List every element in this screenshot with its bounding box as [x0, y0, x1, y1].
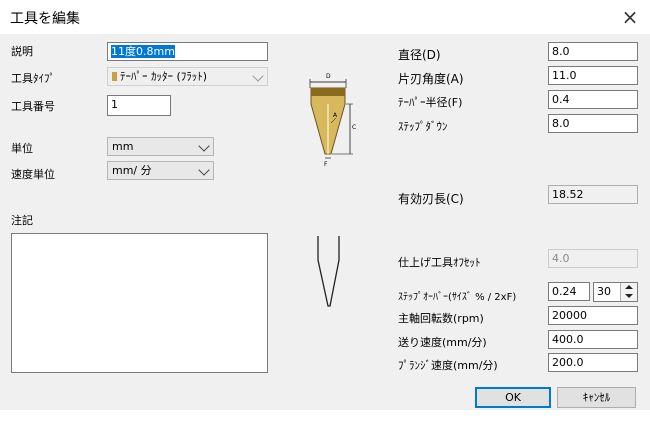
tool-path-preview — [317, 236, 340, 307]
taper-radius-input[interactable]: 0.4 — [548, 90, 638, 109]
finish-offset-input: 4.0 — [548, 249, 638, 268]
unit-value: mm — [112, 140, 134, 153]
label-d: D — [326, 73, 331, 80]
close-icon[interactable]: × — [616, 3, 644, 31]
chevron-down-icon — [198, 164, 210, 176]
stepdown-input[interactable]: 8.0 — [548, 114, 638, 133]
tool-type-value: ﾃｰﾊﾟｰ ｶｯﾀｰ (ﾌﾗｯﾄ) — [120, 70, 208, 83]
tool-number-input[interactable]: 1 — [107, 95, 171, 116]
effective-length-field: 18.52 — [548, 185, 638, 204]
stepdown-label: ｽﾃｯﾌﾟﾀﾞｳﾝ — [398, 120, 448, 133]
taper-radius-label: ﾃｰﾊﾟｰ半径(F) — [398, 96, 463, 109]
stepover-input[interactable]: 0.24 — [548, 282, 590, 301]
chevron-down-icon — [252, 70, 264, 82]
window-title: 工具を編集 — [10, 11, 80, 27]
effective-length-label: 有効刃長(C) — [398, 192, 464, 206]
plunge-rate-label: ﾌﾟﾗﾝｼﾞ速度(mm/分) — [398, 359, 498, 372]
half-angle-label: 片刃角度(A) — [398, 72, 464, 86]
spindle-speed-label: 主軸回転数(rpm) — [398, 312, 484, 325]
half-angle-input[interactable]: 11.0 — [548, 66, 638, 85]
stepover-label: ｽﾃｯﾌﾟｵｰﾊﾞｰ(ｻｲｽﾞ % / 2xF) — [398, 292, 517, 303]
ok-button[interactable]: OK — [475, 387, 551, 408]
description-value: 11度0.8mm — [111, 45, 175, 58]
description-label: 説明 — [11, 45, 33, 58]
notes-textarea[interactable] — [11, 233, 268, 373]
diameter-label: 直径(D) — [398, 48, 441, 62]
stepover-percent-stepper[interactable]: 30 — [593, 282, 638, 302]
chevron-down-icon — [198, 140, 210, 152]
cancel-button[interactable]: ｷｬﾝｾﾙ — [557, 387, 636, 408]
diameter-input[interactable]: 8.0 — [548, 42, 638, 61]
unit-label: 単位 — [11, 142, 33, 155]
notes-label: 注記 — [11, 214, 33, 227]
feed-rate-label: 送り速度(mm/分) — [398, 336, 487, 349]
unit-select[interactable]: mm — [107, 137, 214, 156]
tool-type-label: 工具ﾀｲﾌﾟ — [11, 72, 55, 85]
feed-rate-input[interactable]: 400.0 — [548, 330, 638, 349]
tool-shank-band — [311, 88, 345, 96]
stepover-percent-value: 30 — [597, 285, 611, 298]
plunge-rate-input[interactable]: 200.0 — [548, 353, 638, 372]
finish-offset-label: 仕上げ工具ｵﾌｾｯﾄ — [398, 256, 481, 269]
title-bar — [0, 0, 650, 34]
tool-type-icon — [112, 72, 117, 81]
tool-profile-diagram: D A C F — [309, 73, 356, 168]
spin-down-icon[interactable] — [620, 292, 637, 301]
description-input[interactable]: 11度0.8mm — [107, 42, 268, 61]
tool-number-label: 工具番号 — [11, 100, 55, 113]
speed-unit-select[interactable]: mm/ 分 — [107, 161, 214, 180]
label-c: C — [352, 124, 356, 131]
speed-unit-value: mm/ 分 — [112, 164, 152, 177]
speed-unit-label: 速度単位 — [11, 168, 55, 181]
tool-type-select[interactable]: ﾃｰﾊﾟｰ ｶｯﾀｰ (ﾌﾗｯﾄ) — [107, 67, 268, 86]
label-f: F — [324, 161, 328, 168]
spindle-speed-input[interactable]: 20000 — [548, 306, 638, 325]
background-window-strip — [0, 410, 650, 424]
